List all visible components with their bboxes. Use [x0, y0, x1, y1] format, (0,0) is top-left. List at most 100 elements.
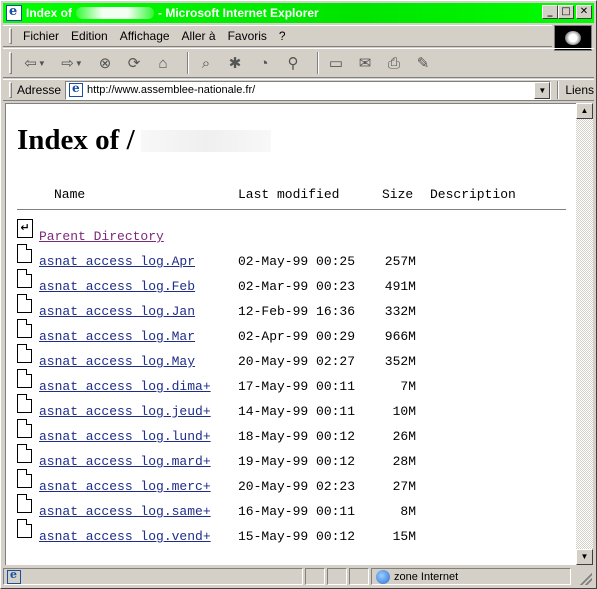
scroll-up-button[interactable]: ▲: [576, 103, 593, 119]
column-header-size[interactable]: Size: [382, 187, 413, 202]
resize-grip-icon[interactable]: [580, 573, 592, 585]
links-button[interactable]: Liens: [565, 83, 594, 97]
chevron-down-icon[interactable]: ▼: [534, 81, 551, 99]
file-row: asnat_access_log.jeud+ 14-May-99 00:11 10M: [6, 394, 576, 419]
file-link[interactable]: asnat_access_log.lund+: [39, 429, 211, 444]
file-row: asnat_access_log.vend+ 15-May-99 00:12 15M: [6, 519, 576, 544]
file-icon: [17, 369, 32, 388]
file-link[interactable]: asnat_access_log.mard+: [39, 454, 211, 469]
menu-aller[interactable]: Aller à: [177, 29, 223, 43]
globe-icon: [376, 569, 390, 584]
file-row: asnat_access_log.Mar 02-Apr-99 00:29 966M: [6, 319, 576, 344]
forward-button[interactable]: ⇨ ▼: [57, 52, 87, 74]
stop-button[interactable]: ⊗: [94, 52, 116, 74]
address-label: Adresse: [17, 83, 62, 97]
channels-icon: ⚲: [287, 55, 299, 72]
address-field[interactable]: ▼: [65, 80, 552, 100]
chevron-down-icon: ▼: [74, 58, 83, 68]
vertical-scrollbar[interactable]: ▲ ▼: [576, 103, 593, 565]
menu-edition[interactable]: Edition: [66, 29, 115, 43]
channels-button[interactable]: ⚲: [282, 52, 304, 74]
page-title-text: Index of /: [17, 124, 135, 156]
address-input[interactable]: [87, 84, 528, 96]
file-date: 20-May-99 02:23: [238, 479, 356, 494]
file-link[interactable]: asnat_access_log.May: [39, 354, 195, 369]
file-date: 18-May-99 00:12: [238, 429, 356, 444]
window-title-suffix: - Microsoft Internet Explorer: [158, 6, 319, 20]
mail-button[interactable]: ✉: [354, 52, 376, 74]
back-button[interactable]: ⇦ ▼: [20, 52, 50, 74]
file-row: asnat_access_log.dima+ 17-May-99 00:11 7M: [6, 369, 576, 394]
column-header-last-modified[interactable]: Last modified: [238, 187, 339, 202]
file-link[interactable]: asnat_access_log.dima+: [39, 379, 211, 394]
status-pane: [327, 568, 347, 585]
favorites-button[interactable]: ✱: [224, 52, 246, 74]
file-row: asnat_access_log.Jan 12-Feb-99 16:36 332M: [6, 294, 576, 319]
file-icon: [17, 469, 32, 488]
close-button[interactable]: ✕: [576, 5, 592, 19]
file-link[interactable]: asnat_access_log.Mar: [39, 329, 195, 344]
edit-button[interactable]: ✎: [412, 52, 434, 74]
page-content[interactable]: Index of / Name Last modified Size Descr…: [5, 103, 576, 565]
page-title: Index of /: [17, 124, 271, 157]
refresh-icon: ⟳: [127, 55, 141, 72]
edit-icon: ✎: [416, 55, 430, 72]
file-size: 8M: [400, 504, 416, 519]
print-icon: ⎙: [387, 54, 400, 72]
search-button[interactable]: ⌕: [195, 52, 217, 74]
column-header-name[interactable]: Name: [54, 187, 85, 202]
file-icon: [17, 319, 32, 338]
file-row: asnat_access_log.same+ 16-May-99 00:11 8M: [6, 494, 576, 519]
toolbar-grip[interactable]: [9, 28, 12, 44]
file-row: asnat_access_log.Feb 02-Mar-99 00:23 491M: [6, 269, 576, 294]
forward-icon: ⇨: [61, 55, 74, 72]
status-bar: zone Internet: [3, 567, 594, 586]
file-date: 17-May-99 00:11: [238, 379, 356, 394]
menu-help[interactable]: ?: [274, 29, 293, 43]
file-link[interactable]: asnat_access_log.vend+: [39, 529, 211, 544]
back-arrow-icon: ↵: [17, 219, 33, 238]
file-date: 02-May-99 00:25: [238, 254, 356, 269]
file-size: 10M: [392, 404, 416, 419]
file-size: 27M: [392, 479, 416, 494]
standard-toolbar: ⇦ ▼ ⇨ ▼ ⊗ ⟳ ⌂ ⌕ ✱ ◔ ⚲ ▭ ✉ ⎙ ✎: [3, 48, 594, 78]
print-button[interactable]: ⎙: [383, 52, 405, 74]
stop-icon: ⊗: [98, 55, 112, 72]
redacted-region: [140, 129, 271, 152]
file-link[interactable]: asnat_access_log.Feb: [39, 279, 195, 294]
file-link[interactable]: asnat_access_log.Apr: [39, 254, 195, 269]
title-bar[interactable]: Index of - Microsoft Internet Explorer _…: [3, 3, 594, 23]
file-date: 02-Mar-99 00:23: [238, 279, 356, 294]
file-date: 19-May-99 00:12: [238, 454, 356, 469]
file-row: asnat_access_log.mard+ 19-May-99 00:12 28M: [6, 444, 576, 469]
menu-fichier[interactable]: Fichier: [18, 29, 66, 43]
file-size: 491M: [384, 279, 416, 294]
column-header-description[interactable]: Description: [430, 187, 516, 202]
home-button[interactable]: ⌂: [152, 52, 174, 74]
toolbar-grip[interactable]: [9, 82, 12, 98]
security-zone-pane: zone Internet: [371, 568, 571, 585]
file-icon: [17, 344, 32, 363]
file-link[interactable]: asnat_access_log.Jan: [39, 304, 195, 319]
history-button[interactable]: ◔: [253, 52, 275, 74]
menu-favoris[interactable]: Favoris: [223, 29, 274, 43]
file-size: 26M: [392, 429, 416, 444]
scroll-down-button[interactable]: ▼: [576, 549, 593, 565]
toolbar-grip[interactable]: [9, 52, 12, 74]
home-icon: ⌂: [158, 54, 168, 72]
status-pane: [305, 568, 325, 585]
maximize-button[interactable]: □: [558, 5, 574, 19]
file-link[interactable]: asnat_access_log.merc+: [39, 479, 211, 494]
status-pane: [349, 568, 369, 585]
file-date: 16-May-99 00:11: [238, 504, 356, 519]
back-icon: ⇦: [24, 55, 37, 72]
menu-affichage[interactable]: Affichage: [115, 29, 177, 43]
parent-directory-link[interactable]: Parent Directory: [39, 229, 164, 244]
file-link[interactable]: asnat_access_log.same+: [39, 504, 211, 519]
file-date: 15-May-99 00:12: [238, 529, 356, 544]
fullscreen-button[interactable]: ▭: [325, 52, 347, 74]
minimize-button[interactable]: _: [542, 5, 558, 19]
page-icon: [7, 568, 21, 584]
refresh-button[interactable]: ⟳: [123, 52, 145, 74]
file-link[interactable]: asnat_access_log.jeud+: [39, 404, 211, 419]
